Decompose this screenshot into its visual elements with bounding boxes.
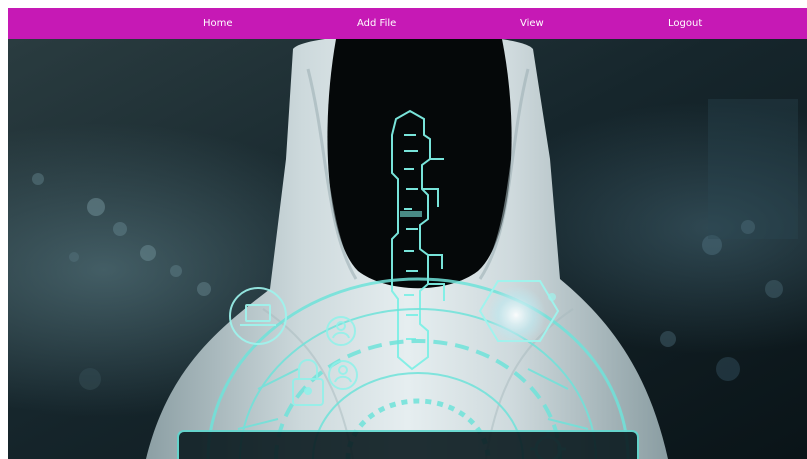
hero-banner-image: [8, 39, 807, 459]
top-navbar: Home Add File View Logout: [8, 8, 807, 39]
page-frame: Home Add File View Logout: [8, 8, 807, 459]
laptop-screen: [177, 430, 639, 459]
nav-add-file-link[interactable]: Add File: [357, 8, 396, 39]
nav-home-link[interactable]: Home: [203, 8, 233, 39]
nav-logout-link[interactable]: Logout: [668, 8, 702, 39]
nav-view-link[interactable]: View: [520, 8, 544, 39]
